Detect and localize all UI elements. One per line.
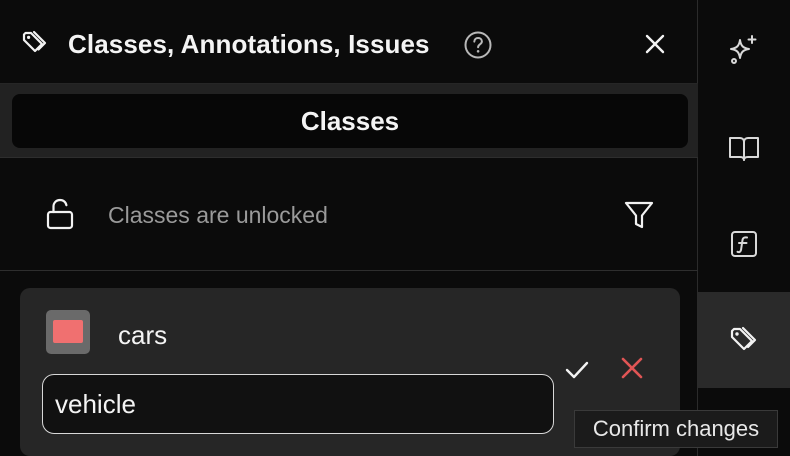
- class-name: cars: [118, 320, 168, 350]
- tag-icon: [730, 326, 757, 351]
- right-rail: [698, 0, 790, 456]
- rail-tag-button[interactable]: [698, 292, 790, 388]
- confirm-tooltip: Confirm changes: [574, 410, 778, 448]
- function-icon: [731, 231, 757, 257]
- help-circle-icon[interactable]: [463, 30, 493, 60]
- checkmark-icon[interactable]: [562, 354, 592, 384]
- tab-classes[interactable]: Classes: [12, 94, 688, 148]
- close-icon[interactable]: [642, 31, 668, 57]
- filter-icon[interactable]: [622, 198, 656, 232]
- rail-function-button[interactable]: [698, 196, 790, 292]
- class-color-swatch: [53, 320, 83, 343]
- tab-bar: Classes: [0, 84, 698, 158]
- panel-title: Classes, Annotations, Issues: [68, 29, 430, 59]
- rail-sparkles-button[interactable]: [698, 2, 790, 98]
- unlock-icon[interactable]: [44, 197, 76, 231]
- lock-status-text: Classes are unlocked: [108, 202, 328, 228]
- rail-book-button[interactable]: [698, 100, 790, 196]
- sparkles-icon: [730, 35, 757, 64]
- x-icon[interactable]: [619, 355, 645, 381]
- panel-header: Classes, Annotations, Issues: [0, 0, 698, 84]
- class-name-input[interactable]: [42, 374, 554, 434]
- book-icon: [729, 137, 759, 161]
- lock-status-row: Classes are unlocked: [0, 158, 698, 271]
- class-color-picker[interactable]: [46, 310, 90, 354]
- classes-panel: Classes, Annotations, Issues Classes Cla…: [0, 0, 698, 456]
- app-root: Classes, Annotations, Issues Classes Cla…: [0, 0, 790, 456]
- tag-icon: [22, 30, 47, 53]
